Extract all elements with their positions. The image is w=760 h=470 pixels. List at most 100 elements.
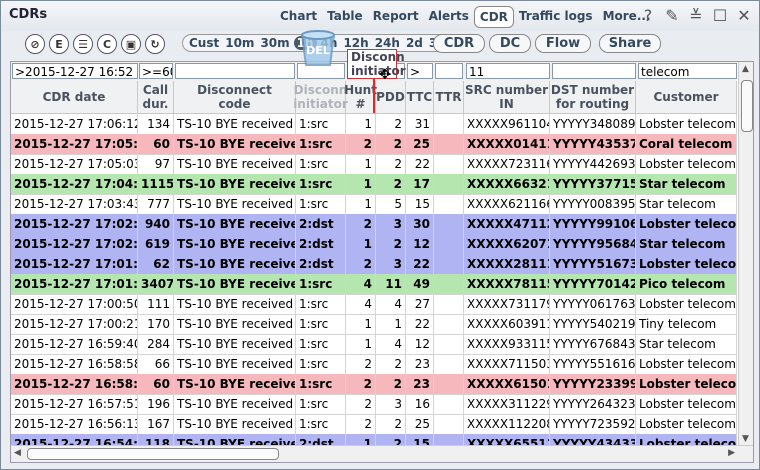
header-cdr-date-line: CDR date [42, 90, 106, 104]
header-ttc[interactable]: TTC [406, 81, 434, 113]
filter-src-number[interactable]: 11 [466, 63, 550, 79]
table-row[interactable]: 2015-12-27 16:59:40 284 TS-10 BYE received… [11, 334, 737, 355]
scroll-up-icon[interactable]: ▲ [742, 64, 749, 74]
cell-dst-number: YYYYY442693 [550, 154, 636, 174]
table-row[interactable]: 2015-12-27 17:02:45940TS-10 BYE received… [11, 214, 737, 235]
drag-ghost-line1: Disconn [351, 50, 405, 64]
scroll-left-icon[interactable]: ◀ [14, 448, 21, 458]
filter-clear-icon[interactable]: ⊘ [25, 34, 45, 54]
vertical-scrollbar[interactable]: ▲ ▼ [738, 62, 753, 446]
cell-ttc: 23 [406, 374, 434, 394]
cell-disconn-initiator: 1:src [296, 414, 346, 434]
cell-ttr [434, 114, 464, 134]
cell-cdr-date: 2015-12-27 17:00:50 [11, 294, 138, 314]
cell-src-number: XXXXX711503 [464, 354, 550, 374]
table-row[interactable]: 2015-12-27 17:00:50 111 TS-10 BYE received… [11, 294, 737, 315]
header-dst-number[interactable]: DST number for routing [550, 81, 636, 113]
flow-button[interactable]: Flow [535, 34, 591, 53]
nav-alerts[interactable]: Alerts [424, 6, 474, 26]
table-row[interactable]: 2015-12-27 17:03:43 777 TS-10 BYE received… [11, 194, 737, 215]
cell-cdr-date: 2015-12-27 17:01:13 [11, 274, 138, 294]
cell-disconn-initiator: 1:src [296, 394, 346, 414]
cell-ttc: 12 [406, 334, 434, 354]
cell-src-number: XXXXX731179 [464, 294, 550, 314]
nav-cdr[interactable]: CDR [473, 6, 514, 28]
help-icon[interactable]: ? [639, 5, 657, 25]
table-row[interactable]: 2015-12-27 16:58:58 66 TS-10 BYE received 1… [11, 354, 737, 375]
filter-ttc[interactable]: > [407, 63, 433, 79]
cell-hunt: 2 [346, 374, 376, 394]
table-row[interactable]: 2015-12-27 17:05:4560TS-10 BYE received1… [11, 134, 737, 155]
range-2d[interactable]: 2d [404, 36, 425, 50]
range-24h[interactable]: 24h [373, 36, 402, 50]
cell-ttr [434, 274, 464, 294]
cdr-button[interactable]: CDR [433, 34, 485, 53]
save-icon[interactable]: ▣ [121, 34, 141, 54]
vertical-scroll-thumb[interactable] [741, 80, 753, 132]
dc-button[interactable]: DC [489, 34, 531, 53]
cell-hunt: 1 [346, 154, 376, 174]
export-button[interactable]: E [49, 34, 69, 54]
cell-customer: Lobster telecom [636, 214, 737, 234]
table-row[interactable]: 2015-12-27 16:58:1260TS-10 BYE received1… [11, 374, 737, 395]
cell-pdd: 2 [376, 354, 406, 374]
horizontal-scroll-thumb[interactable] [27, 448, 279, 460]
cell-disconnect-code: TS-10 BYE received [174, 314, 296, 334]
table-row[interactable]: 2015-12-27 17:01:133407TS-10 BYE receive… [11, 274, 737, 295]
table-row[interactable]: 2015-12-27 17:01:1762TS-10 BYE received2… [11, 254, 737, 275]
table-row[interactable]: 2015-12-27 17:00:21 170 TS-10 BYE received… [11, 314, 737, 335]
cell-disconnect-code: TS-10 BYE received [174, 394, 296, 414]
range-10m[interactable]: 10m [223, 36, 256, 50]
header-src-number[interactable]: SRC number IN [464, 81, 550, 113]
cell-pdd: 4 [376, 294, 406, 314]
refresh-icon[interactable]: ↻ [145, 34, 165, 54]
nav-traffic-logs[interactable]: Traffic logs [514, 6, 598, 26]
filter-customer[interactable]: telecom [638, 63, 737, 79]
table-row[interactable]: 2015-12-27 16:56:13 167 TS-10 BYE received… [11, 414, 737, 435]
maximize-icon[interactable]: ☐ [711, 5, 729, 25]
close-icon[interactable]: ✕ [735, 5, 753, 25]
cell-hunt: 1 [346, 314, 376, 334]
delete-drop-icon[interactable]: DEL [296, 25, 340, 69]
cell-hunt: 1 [346, 334, 376, 354]
horizontal-scrollbar[interactable]: ◀ ▶ [11, 445, 753, 462]
cell-ttr [434, 414, 464, 434]
range-30m[interactable]: 30m [258, 36, 291, 50]
scroll-down-icon[interactable]: ▼ [742, 434, 749, 444]
nav-table[interactable]: Table [322, 6, 368, 26]
header-cdr-date[interactable]: CDR date [11, 81, 138, 113]
cell-disconn-initiator: 1:src [296, 134, 346, 154]
header-pdd[interactable]: PDD [376, 81, 406, 113]
filter-ttr[interactable] [435, 63, 463, 79]
cell-hunt: 2 [346, 254, 376, 274]
header-disconnect-code-line: code [218, 97, 251, 111]
nav-chart[interactable]: Chart [275, 6, 322, 26]
header-disconnect-code[interactable]: Disconnect code [174, 81, 296, 113]
header-disconn-initiator[interactable]: Disconn initiator [293, 81, 348, 113]
share-button[interactable]: Share [599, 34, 661, 53]
nav-report[interactable]: Report [368, 6, 424, 26]
collapse-icon[interactable]: ≚ [687, 5, 705, 25]
cell-customer: Lobster telecom [636, 154, 737, 174]
header-customer[interactable]: Customer [636, 81, 737, 113]
copy-button[interactable]: C [97, 34, 117, 54]
cell-src-number: XXXXX014116 [464, 134, 550, 154]
table-row[interactable]: 2015-12-27 17:06:12 134 TS-10 BYE received… [11, 114, 737, 135]
range-12h[interactable]: 12h [341, 36, 370, 50]
header-hunt[interactable]: Hunt # [344, 81, 377, 113]
cell-disconn-initiator: 1:src [296, 314, 346, 334]
filter-cdr-date[interactable]: >2015-12-27 16:52 [12, 63, 138, 79]
filter-dst-number[interactable] [552, 63, 636, 79]
table-row[interactable]: 2015-12-27 16:57:51 196 TS-10 BYE received… [11, 394, 737, 415]
filter-disconnect-code[interactable] [175, 63, 295, 79]
table-row[interactable]: 2015-12-27 17:02:18619TS-10 BYE received… [11, 234, 737, 255]
cell-pdd: 3 [376, 254, 406, 274]
header-ttr[interactable]: TTR [434, 81, 464, 113]
edit-icon[interactable]: ✎ [663, 5, 681, 25]
header-call-dur[interactable]: Call dur. [138, 81, 174, 113]
table-row[interactable]: 2015-12-27 17:04:191115TS-10 BYE receive… [11, 174, 737, 195]
table-row[interactable]: 2015-12-27 17:05:03 97 TS-10 BYE received 1… [11, 154, 737, 175]
columns-icon[interactable]: ☰ [73, 34, 93, 54]
filter-call-dur[interactable]: >=60 [139, 63, 173, 79]
scroll-right-icon[interactable]: ▶ [728, 448, 735, 458]
